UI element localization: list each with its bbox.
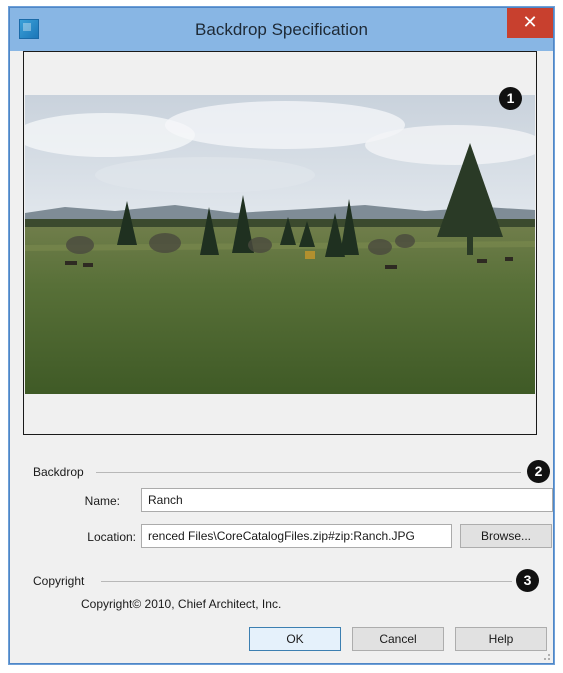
location-field[interactable]: renced Files\CoreCatalogFiles.zip#zip:Ra…	[141, 524, 452, 548]
copyright-group-divider	[101, 581, 512, 582]
backdrop-group-label: Backdrop	[33, 465, 84, 479]
backdrop-group-divider	[96, 472, 521, 473]
browse-button[interactable]: Browse...	[460, 524, 552, 548]
copyright-group-label: Copyright	[33, 574, 85, 588]
location-value: renced Files\CoreCatalogFiles.zip#zip:Ra…	[148, 529, 415, 543]
name-field[interactable]: Ranch	[141, 488, 553, 512]
ok-button[interactable]: OK	[249, 627, 341, 651]
name-label: Name:	[84, 494, 120, 508]
callout-2: 2	[527, 460, 550, 483]
callout-1: 1	[499, 87, 522, 110]
close-button[interactable]: ✕	[507, 8, 553, 38]
resize-grip-icon[interactable]	[540, 650, 550, 660]
backdrop-preview	[23, 51, 537, 435]
help-button[interactable]: Help	[455, 627, 547, 651]
backdrop-image	[25, 95, 535, 394]
dialog-title: Backdrop Specification	[195, 20, 368, 39]
title-bar[interactable]: Backdrop Specification ✕	[10, 8, 553, 51]
cancel-button[interactable]: Cancel	[352, 627, 444, 651]
copyright-text: Copyright© 2010, Chief Architect, Inc.	[81, 597, 282, 611]
close-icon: ✕	[522, 12, 538, 32]
callout-3: 3	[516, 569, 539, 592]
location-label: Location:	[87, 530, 136, 544]
